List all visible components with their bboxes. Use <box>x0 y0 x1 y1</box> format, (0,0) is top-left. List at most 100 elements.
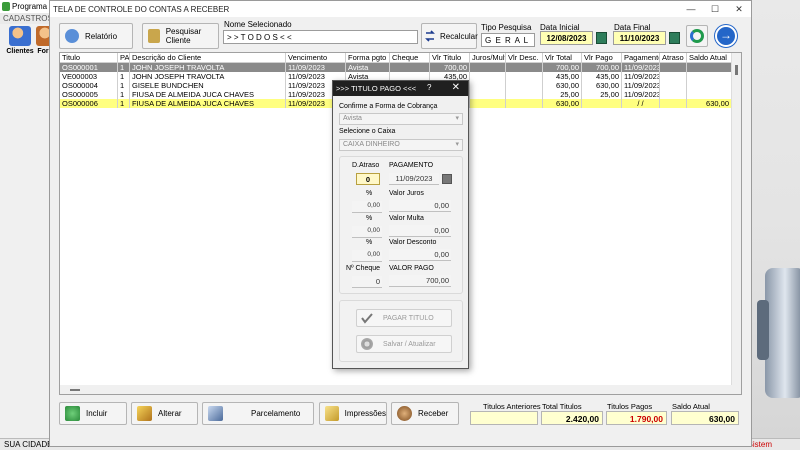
n-cheque-label: Nº Cheque <box>346 265 381 272</box>
close-dialog-button[interactable]: ✕ <box>452 82 460 93</box>
table-cell: FIUSA DE ALMEIDA JUCA CHAVES <box>130 99 286 108</box>
pagamento-label: PAGAMENTO <box>389 162 434 169</box>
table-cell: 700,00 <box>430 63 470 72</box>
column-header[interactable]: Vencimento <box>286 53 346 63</box>
column-header[interactable]: Pagamento <box>622 53 660 63</box>
impressoes-button[interactable]: Impressões <box>319 402 387 425</box>
table-cell: 435,00 <box>582 72 622 81</box>
incluir-button[interactable]: Incluir <box>59 402 127 425</box>
valor-multa-field[interactable]: 0,00 <box>389 225 451 237</box>
window-title-bar: TELA DE CONTROLE DO CONTAS A RECEBER — ☐… <box>50 1 751 17</box>
relatorio-button[interactable]: Relatório <box>59 23 133 49</box>
n-cheque-field[interactable]: 0 <box>352 276 382 288</box>
table-cell <box>470 90 506 99</box>
pagamento-date-field[interactable]: 11/09/2023 <box>389 173 439 185</box>
multa-pct-field[interactable]: 0,00 <box>352 226 382 238</box>
valor-pago-field[interactable]: 700,00 <box>389 275 451 287</box>
table-cell: 11/09/2023 <box>624 81 660 90</box>
table-cell <box>660 90 687 99</box>
grid-vertical-scrollbar[interactable] <box>731 53 741 394</box>
edit-pencil-icon <box>137 406 152 421</box>
column-header[interactable]: Titulo <box>60 53 118 63</box>
table-cell <box>470 63 506 72</box>
column-header[interactable]: Vlr Total <box>543 53 582 63</box>
column-header[interactable]: Descrição do Cliente <box>130 53 286 63</box>
parcelamento-label: Parcelamento <box>251 409 301 418</box>
parcelamento-button[interactable]: Parcelamento <box>202 402 314 425</box>
table-cell <box>582 99 622 108</box>
incluir-label: Incluir <box>86 409 108 418</box>
receber-label: Receber <box>418 409 449 418</box>
column-header[interactable]: Saldo Atual <box>687 53 732 63</box>
close-window-button[interactable]: ✕ <box>727 1 751 17</box>
pesquisar-cliente-button[interactable]: Pesquisar Cliente <box>142 23 219 49</box>
table-cell <box>506 72 543 81</box>
maximize-button[interactable]: ☐ <box>703 1 727 17</box>
column-header[interactable]: Atraso <box>660 53 687 63</box>
table-cell: 1 <box>118 99 130 108</box>
column-header[interactable]: Vlr Titulo <box>430 53 470 63</box>
table-cell: / / <box>622 99 660 108</box>
printouts-icon <box>325 406 339 421</box>
minimize-button[interactable]: — <box>679 1 703 17</box>
data-inicial-field[interactable]: 12/08/2023 <box>540 31 593 45</box>
vertical-scroll-thumb[interactable] <box>735 65 738 75</box>
column-header[interactable]: Forma pgto <box>346 53 390 63</box>
caixa-label: Selecione o Caixa <box>339 128 396 135</box>
receber-button[interactable]: Receber <box>391 402 459 425</box>
recalcular-button[interactable]: Recalcular <box>421 23 478 49</box>
column-header[interactable]: Vlr Pago <box>582 53 622 63</box>
horizontal-scroll-thumb[interactable] <box>70 389 80 391</box>
forward-arrow-icon[interactable]: → <box>715 25 737 47</box>
juros-pct-field[interactable]: 0,00 <box>352 201 382 213</box>
table-cell <box>506 99 543 108</box>
caixa-select[interactable]: CAIXA DINHEIRO <box>339 139 463 151</box>
calendar-icon[interactable] <box>669 32 680 44</box>
fornecedores-tool-button[interactable]: For <box>36 26 50 60</box>
data-final-field[interactable]: 11/10/2023 <box>613 31 666 45</box>
total-titulos-label: Total Titulos <box>542 402 582 411</box>
clientes-label: Clientes <box>6 48 34 55</box>
nome-selecionado-field[interactable]: > > T O D O S < < <box>223 30 418 44</box>
table-row[interactable]: OS000001 1 JOHN JOSEPH TRAVOLTA 11/09/2023 A… <box>60 63 732 72</box>
desconto-pct-field[interactable]: 0,00 <box>352 250 382 262</box>
multa-pct-label: % <box>366 215 373 222</box>
app-logo-icon <box>2 2 10 11</box>
table-cell <box>506 63 543 72</box>
valor-desconto-field[interactable]: 0,00 <box>389 249 451 261</box>
table-cell <box>660 63 687 72</box>
calendar-icon[interactable] <box>442 174 452 184</box>
table-cell <box>660 99 687 108</box>
impressoes-label: Impressões <box>344 409 386 418</box>
refresh-icon <box>690 29 704 43</box>
pagar-titulo-label: PAGAR TITULO <box>383 314 434 322</box>
help-button[interactable]: ? <box>427 83 431 92</box>
calendar-icon[interactable] <box>596 32 607 44</box>
column-header[interactable]: Cheque <box>390 53 430 63</box>
table-cell <box>506 90 543 99</box>
installments-icon <box>208 406 223 421</box>
alterar-button[interactable]: Alterar <box>131 402 198 425</box>
table-cell: 1 <box>118 81 130 90</box>
column-header[interactable]: Vlr Desc. <box>506 53 543 63</box>
table-cell <box>660 72 687 81</box>
column-header[interactable]: PA <box>118 53 130 63</box>
clientes-tool-button[interactable]: Clientes <box>6 26 34 60</box>
d-atraso-field[interactable]: 0 <box>356 173 380 185</box>
juros-pct-label: % <box>366 190 373 197</box>
pagar-titulo-button[interactable]: PAGAR TITULO <box>356 309 452 327</box>
refresh-button[interactable] <box>686 25 708 47</box>
salvar-atualizar-button[interactable]: Salvar / Atualizar <box>356 335 452 353</box>
total-titulos-value: 2.420,00 <box>541 411 603 425</box>
valor-pago-label: VALOR PAGO <box>389 265 434 272</box>
valor-juros-field[interactable]: 0,00 <box>389 200 451 212</box>
pesquisar-cliente-label: Pesquisar Cliente <box>165 27 202 45</box>
table-cell <box>470 99 506 108</box>
table-cell <box>687 72 732 81</box>
grid-horizontal-scrollbar[interactable] <box>60 385 732 394</box>
column-header[interactable]: Juros/Multa <box>470 53 506 63</box>
save-refresh-icon <box>361 338 373 350</box>
valor-juros-label: Valor Juros <box>389 190 424 197</box>
tipo-pesquisa-select[interactable]: G E R A L <box>481 33 535 47</box>
forma-cobranca-select[interactable]: Avista <box>339 113 463 125</box>
